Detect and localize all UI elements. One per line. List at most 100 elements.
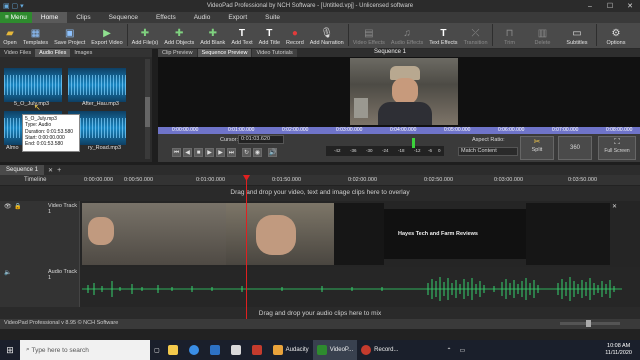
maximize-icon[interactable]: ☐: [600, 2, 620, 10]
stop-icon[interactable]: ■: [194, 148, 203, 157]
trim-label: Trim: [504, 40, 515, 46]
playhead[interactable]: [246, 175, 247, 319]
audacity-icon: [272, 345, 283, 355]
view-360-button[interactable]: 360: [558, 136, 592, 160]
clip-thumbnail: [256, 215, 296, 255]
volume-icon[interactable]: 🔊: [268, 148, 277, 157]
go-end-icon[interactable]: ⏭: [227, 148, 236, 157]
audio-track[interactable]: 🔈 Audio Track 1: [0, 267, 640, 307]
ruler-tick: 0:01:00.000: [228, 127, 255, 133]
visibility-icon[interactable]: 👁: [4, 203, 12, 210]
timeline-scrollbar[interactable]: [0, 329, 640, 340]
add-text-button[interactable]: T Add Text: [228, 22, 255, 48]
transition-button[interactable]: ⤫ Transition: [461, 22, 491, 48]
tab-images[interactable]: Images: [70, 49, 96, 57]
taskbar-app-recorder[interactable]: Record...: [357, 340, 402, 360]
taskbar-app-videopad[interactable]: VideoP...: [312, 340, 358, 360]
tab-clip-preview[interactable]: Clip Preview: [158, 49, 197, 57]
aspect-ratio-select[interactable]: Match Content: [458, 147, 518, 156]
save-project-button[interactable]: ▣ Save Project: [51, 22, 88, 48]
text-effects-icon: T: [440, 27, 447, 39]
audio-effects-button[interactable]: ♫ Audio Effects: [388, 22, 426, 48]
battery-icon[interactable]: ▭: [456, 340, 470, 360]
clip-thumbnail: [88, 217, 114, 245]
play-icon[interactable]: ▶: [205, 148, 214, 157]
toolbar-divider: [347, 24, 349, 46]
prev-frame-icon[interactable]: ◀: [183, 148, 192, 157]
taskbar-app-audacity[interactable]: Audacity: [269, 340, 313, 360]
snapshot-icon[interactable]: ◉: [253, 148, 262, 157]
add-files-button[interactable]: ✚ Add File(s): [129, 22, 162, 48]
video-effects-button[interactable]: ▤ Video Effects: [350, 22, 388, 48]
add-objects-icon: ✚: [175, 27, 184, 39]
go-start-icon[interactable]: ⏮: [172, 148, 181, 157]
waveform: [68, 75, 126, 95]
lock-icon[interactable]: 🔒: [14, 203, 21, 210]
audio-effects-label: Audio Effects: [390, 40, 424, 46]
open-button[interactable]: ▰ Open: [0, 22, 20, 48]
add-narration-button[interactable]: 🎙 Add Narration: [307, 22, 347, 48]
media-clip-label: 5_O_July.mp3: [14, 101, 50, 107]
add-objects-button[interactable]: ✚ Add Objects: [161, 22, 197, 48]
toolbar: ▰ Open ▦ Templates ▣ Save Project ▶ Export V…: [0, 23, 640, 49]
video-clip[interactable]: [82, 203, 226, 265]
wifi-icon[interactable]: ⌃: [443, 340, 456, 360]
media-clip[interactable]: [4, 68, 62, 102]
video-track[interactable]: 👁 🔒 Video Track 1 Hayes Tech and Farm Re…: [0, 201, 640, 267]
add-blank-button[interactable]: ✚ Add Blank: [197, 22, 228, 48]
tab-video-files[interactable]: Video Files: [0, 49, 35, 57]
tab-audio-files[interactable]: Audio Files: [35, 49, 71, 57]
timeline-label: Timeline: [24, 177, 47, 183]
tab-video-tutorials[interactable]: Video Tutorials: [252, 49, 297, 57]
add-sequence-icon[interactable]: +: [57, 167, 61, 174]
next-frame-icon[interactable]: ▶: [216, 148, 225, 157]
close-icon[interactable]: ✕: [620, 2, 640, 10]
delete-button[interactable]: ▥ Delete: [526, 22, 560, 48]
export-video-button[interactable]: ▶ Export Video: [88, 22, 125, 48]
close-track-icon[interactable]: ✕: [612, 203, 617, 210]
fullscreen-button[interactable]: ⛶ Full Screen: [598, 136, 636, 160]
tab-sequence-1[interactable]: Sequence 1: [0, 165, 45, 175]
overlay-track[interactable]: Drag and drop your video, text and image…: [0, 186, 640, 201]
audio-drop-zone[interactable]: Drag and drop your audio clips here to m…: [0, 307, 640, 319]
cursor-timecode[interactable]: 0:01:03.620: [238, 135, 284, 144]
preview-ruler[interactable]: 0:00:00.000 0:01:00.000 0:02:00.000 0:03…: [158, 127, 640, 134]
split-button[interactable]: ✂ Split: [520, 136, 554, 160]
taskbar-search-input[interactable]: ⌕ Type here to search: [20, 340, 150, 360]
add-objects-label: Add Objects: [164, 40, 195, 46]
templates-button[interactable]: ▦ Templates: [20, 22, 51, 48]
media-clip[interactable]: [68, 68, 126, 102]
options-button[interactable]: ⚙ Options: [598, 22, 635, 48]
zoom-slider[interactable]: [560, 320, 620, 327]
video-clip[interactable]: [334, 203, 384, 265]
speaker-icon[interactable]: 🔈: [4, 269, 11, 276]
close-sequence-icon[interactable]: ✕: [44, 167, 57, 174]
chrome-icon[interactable]: [185, 340, 206, 360]
audio-waveform[interactable]: [82, 275, 622, 303]
timeline-ruler[interactable]: Timeline 0:00:00.000 0:00:50.000 0:01:00…: [0, 175, 640, 186]
store-icon[interactable]: [227, 340, 248, 360]
task-view-icon[interactable]: ▢: [150, 340, 164, 360]
record-button[interactable]: ● Record: [283, 22, 307, 48]
loop-icon[interactable]: ↻: [242, 148, 251, 157]
trim-button[interactable]: ⊓ Trim: [494, 22, 526, 48]
scroll-thumb[interactable]: [145, 97, 150, 127]
windows-start-icon[interactable]: ⊞: [0, 340, 20, 360]
media-scrollbar[interactable]: [145, 59, 150, 159]
video-clip[interactable]: [226, 203, 334, 265]
title-card-clip[interactable]: Hayes Tech and Farm Reviews: [384, 209, 526, 259]
text-effects-button[interactable]: T Text Effects: [426, 22, 460, 48]
file-explorer-icon[interactable]: [164, 340, 185, 360]
delete-label: Delete: [534, 40, 551, 46]
zoom-slider-thumb[interactable]: [586, 320, 591, 327]
minimize-icon[interactable]: –: [580, 3, 600, 10]
subtitles-button[interactable]: ▭ Subtitles: [559, 22, 594, 48]
subtitles-label: Subtitles: [566, 40, 588, 46]
taskbar-clock[interactable]: 10:08 AM 11/11/2020: [605, 343, 640, 357]
app-icon[interactable]: [248, 340, 269, 360]
video-clip[interactable]: [526, 203, 610, 265]
tooltip-end: End: 0:01:53.580: [25, 141, 64, 148]
add-title-button[interactable]: T Add Title: [256, 22, 283, 48]
mail-icon[interactable]: [206, 340, 227, 360]
tab-sequence-preview[interactable]: Sequence Preview: [197, 49, 252, 57]
